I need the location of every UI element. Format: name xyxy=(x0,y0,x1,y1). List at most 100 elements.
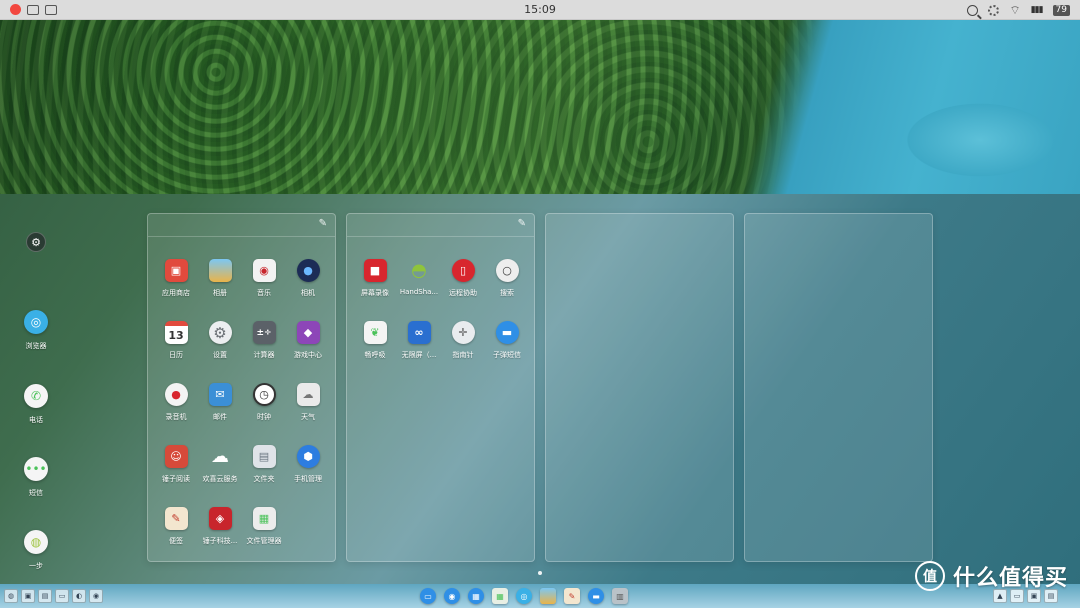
cloud-icon[interactable]: ☁ xyxy=(209,445,232,468)
gallery-icon[interactable] xyxy=(540,588,556,604)
bullet-sms-icon[interactable]: ▬ xyxy=(588,588,604,604)
phone-manager-icon[interactable]: ⬢ xyxy=(296,445,320,468)
infinite-screen-icon[interactable]: ∞ xyxy=(407,321,431,344)
app-notes[interactable]: ✎ 便签 xyxy=(154,507,198,554)
browser-icon[interactable]: ◉ xyxy=(444,588,460,604)
app-music[interactable]: ◉ 音乐 xyxy=(242,259,286,306)
app-infinite-screen[interactable]: ∞ 无限屏（... xyxy=(397,321,441,368)
settings-icon[interactable]: ⚙ xyxy=(208,321,232,344)
dock-item-phone[interactable]: ✆ 电话 xyxy=(0,384,72,425)
bullet-sms-icon[interactable]: ▬ xyxy=(495,321,519,344)
calendar-icon[interactable]: 13 xyxy=(164,321,188,344)
compass-icon[interactable]: ✛ xyxy=(451,321,475,344)
dock-item-browser[interactable]: ◎ 浏览器 xyxy=(0,310,72,351)
app-screen-record[interactable]: ■ 屏幕录像 xyxy=(353,259,397,306)
settings-icon[interactable] xyxy=(988,4,1000,16)
sms-icon[interactable]: ••• xyxy=(24,457,48,481)
app-label: 文件夹 xyxy=(253,475,275,483)
apps-icon[interactable]: ▦ xyxy=(468,588,484,604)
app-gallery[interactable]: 相册 xyxy=(198,259,242,306)
app-panel-1: ✎ ▣ 应用商店 相册 ◉ 音乐 ● 相机 13 日历 ⚙ 设置 ±÷ 计算器 ◆ 游戏中心 … xyxy=(147,213,336,562)
app-label: 计算器 xyxy=(253,351,275,359)
close-icon[interactable] xyxy=(10,4,21,15)
app-phone-manager[interactable]: ⬢ 手机管理 xyxy=(286,445,330,492)
app-folder[interactable]: ▤ 文件夹 xyxy=(242,445,286,492)
mail-icon[interactable]: ✉ xyxy=(208,383,232,406)
recorder-icon[interactable]: ● xyxy=(164,383,188,406)
folder-icon[interactable]: ▭ xyxy=(420,588,436,604)
app-clock[interactable]: ◷ 时钟 xyxy=(242,383,286,430)
app-grid: ■ 屏幕录像 ◓ HandSha... ▯ 远程协助 ○ 搜索 ❦ 畅呼吸 ∞ 无限屏（..… xyxy=(353,259,529,368)
wifi-icon[interactable]: ⌔ xyxy=(1009,4,1020,16)
toggle-icon[interactable]: ◐ xyxy=(72,589,86,603)
screen-icon[interactable]: ▭ xyxy=(55,589,69,603)
browser-icon[interactable]: ◎ xyxy=(24,310,48,334)
app-mail[interactable]: ✉ 邮件 xyxy=(198,383,242,430)
dock-settings[interactable]: ⚙ xyxy=(0,232,72,252)
android-icon[interactable]: ◓ xyxy=(408,259,431,282)
app-cloud[interactable]: ☁ 欢喜云服务 xyxy=(198,445,242,492)
app-calendar[interactable]: 13 日历 xyxy=(154,321,198,368)
status-left xyxy=(0,4,57,15)
app-label: 便签 xyxy=(169,537,183,545)
calculator-icon[interactable]: ±÷ xyxy=(252,321,276,344)
app-breathe[interactable]: ❦ 畅呼吸 xyxy=(353,321,397,368)
gallery-icon[interactable] xyxy=(208,259,232,282)
onestep-icon[interactable]: ◍ xyxy=(24,530,48,554)
breathe-icon[interactable]: ❦ xyxy=(363,321,387,344)
notes-icon[interactable]: ✎ xyxy=(164,507,188,530)
multi-window-icon[interactable]: ▤ xyxy=(38,589,52,603)
app-compass[interactable]: ✛ 指南针 xyxy=(441,321,485,368)
app-grid: ▣ 应用商店 相册 ◉ 音乐 ● 相机 13 日历 ⚙ 设置 ±÷ 计算器 ◆ 游戏中心 ● 录… xyxy=(154,259,330,554)
folder-icon[interactable]: ▤ xyxy=(252,445,276,468)
app-recorder[interactable]: ● 录音机 xyxy=(154,383,198,430)
display-icon[interactable] xyxy=(45,4,57,15)
app-remote-assist[interactable]: ▯ 远程协助 xyxy=(441,259,485,306)
screenshot-icon[interactable] xyxy=(27,4,39,15)
browser-icon[interactable]: ◎ xyxy=(516,588,532,604)
app-app-store[interactable]: ▣ 应用商店 xyxy=(154,259,198,306)
tile-icon[interactable]: ▣ xyxy=(21,589,35,603)
app-game-center[interactable]: ◆ 游戏中心 xyxy=(286,321,330,368)
window-icon[interactable]: ◍ xyxy=(4,589,18,603)
forest-texture xyxy=(0,20,1080,194)
app-reader[interactable]: ☺ 锤子阅读 xyxy=(154,445,198,492)
trash-icon[interactable]: ▥ xyxy=(612,588,628,604)
app-bullet-sms[interactable]: ▬ 子弹短信 xyxy=(485,321,529,368)
screen-record-icon[interactable]: ■ xyxy=(363,259,387,282)
clock-icon[interactable]: ◷ xyxy=(252,383,276,406)
app-label: 锤子阅读 xyxy=(162,475,190,483)
remote-assist-icon[interactable]: ▯ xyxy=(451,259,475,282)
page-indicator[interactable] xyxy=(538,571,542,575)
file-manager-icon[interactable]: ▦ xyxy=(492,588,508,604)
app-smartisan[interactable]: ◈ 锤子科技... xyxy=(198,507,242,554)
notes-icon[interactable]: ✎ xyxy=(564,588,580,604)
edit-icon[interactable]: ✎ xyxy=(518,219,526,229)
dock-label: 短信 xyxy=(29,489,43,497)
weather-icon[interactable]: ☁ xyxy=(296,383,320,406)
app-calculator[interactable]: ±÷ 计算器 xyxy=(242,321,286,368)
reader-icon[interactable]: ☺ xyxy=(164,445,188,468)
search-icon[interactable]: ○ xyxy=(495,259,519,282)
app-camera[interactable]: ● 相机 xyxy=(286,259,330,306)
phone-icon[interactable]: ✆ xyxy=(24,384,48,408)
app-weather[interactable]: ☁ 天气 xyxy=(286,383,330,430)
settings-icon[interactable]: ⚙ xyxy=(26,232,46,252)
dock-item-onestep[interactable]: ◍ 一步 xyxy=(0,530,72,571)
panel-header: ✎ xyxy=(347,214,534,237)
edit-icon[interactable]: ✎ xyxy=(319,219,327,229)
music-icon[interactable]: ◉ xyxy=(252,259,276,282)
app-search[interactable]: ○ 搜索 xyxy=(485,259,529,306)
dock-item-sms[interactable]: ••• 短信 xyxy=(0,457,72,498)
app-store-icon[interactable]: ▣ xyxy=(164,259,188,282)
record-icon[interactable]: ◉ xyxy=(89,589,103,603)
app-handshaker[interactable]: ◓ HandSha... xyxy=(397,259,441,306)
smartisan-icon[interactable]: ◈ xyxy=(208,507,232,530)
file-manager-icon[interactable]: ▦ xyxy=(252,507,276,530)
camera-icon[interactable]: ● xyxy=(296,259,320,282)
search-icon[interactable] xyxy=(967,4,979,16)
app-label: 无限屏（... xyxy=(401,351,437,359)
app-file-manager[interactable]: ▦ 文件管理器 xyxy=(242,507,286,554)
app-settings[interactable]: ⚙ 设置 xyxy=(198,321,242,368)
game-center-icon[interactable]: ◆ xyxy=(296,321,320,344)
